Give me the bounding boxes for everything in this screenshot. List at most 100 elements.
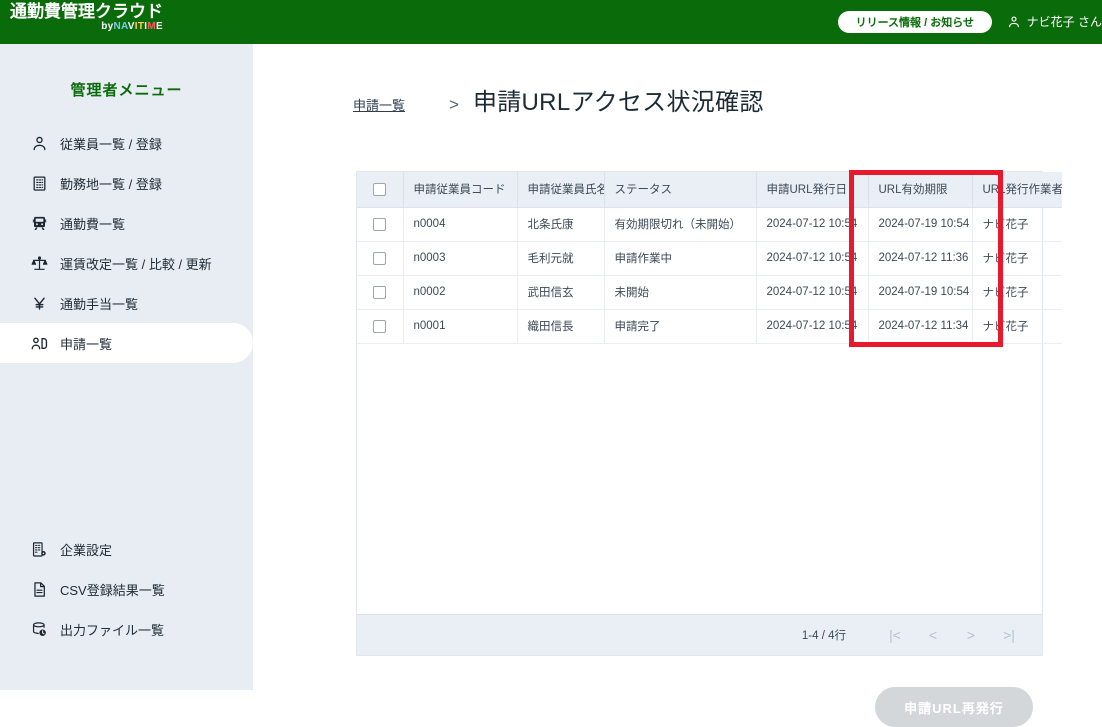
- brand-navitime-1: NA: [113, 21, 128, 32]
- breadcrumb: 申請一覧 > 申請URLアクセス状況確認: [253, 44, 1102, 117]
- cell-employee-name: 毛利元就: [517, 241, 605, 276]
- building-gear-icon: [30, 540, 48, 558]
- cell-issuer: ナビ花子: [972, 275, 1062, 310]
- table-pagination: 1-4 / 4行 |< < > >|: [357, 614, 1042, 655]
- row-checkbox[interactable]: [373, 285, 387, 299]
- release-news-button[interactable]: リリース情報 / お知らせ: [837, 11, 992, 33]
- application-list-icon: [30, 334, 48, 352]
- brand-navitime-6: E: [156, 21, 163, 32]
- row-checkbox[interactable]: [373, 251, 387, 265]
- row-checkbox[interactable]: [373, 217, 387, 231]
- pagination-prev-button[interactable]: <: [914, 627, 952, 643]
- sidebar-item-label: 運賃改定一覧 / 比較 / 更新: [60, 256, 212, 272]
- cell-employee-name: 織田信長: [517, 309, 605, 344]
- select-all-checkbox[interactable]: [373, 182, 387, 196]
- sidebar-item-fare-revision[interactable]: 運賃改定一覧 / 比較 / 更新: [0, 243, 253, 283]
- table-header-row: 申請従業員コード 申請従業員氏名 ステータス 申請URL発行日 URL有効期限 …: [357, 172, 1062, 208]
- cell-status: 申請作業中: [604, 241, 757, 276]
- sidebar-item-commute-fares[interactable]: 通勤費一覧: [0, 203, 253, 243]
- brand-navitime-2: V: [127, 21, 135, 32]
- cell-status: 未開始: [604, 275, 757, 310]
- column-header-employee-name[interactable]: 申請従業員氏名: [517, 172, 605, 208]
- building-icon: [30, 174, 48, 192]
- sidebar-item-label: 申請一覧: [60, 336, 113, 352]
- pagination-count: 1-4 / 4行: [801, 630, 846, 642]
- scale-icon: [30, 254, 48, 272]
- person-icon: [30, 134, 48, 152]
- database-clock-icon: [30, 620, 48, 638]
- column-header-employee-code[interactable]: 申請従業員コード: [403, 172, 518, 208]
- sidebar-item-csv-results[interactable]: CSV登録結果一覧: [0, 569, 253, 609]
- column-header-issuer[interactable]: URL発行作業者: [972, 172, 1062, 208]
- row-select-cell: [357, 207, 404, 242]
- cell-employee-code: n0004: [403, 207, 518, 242]
- column-header-status[interactable]: ステータス: [604, 172, 757, 208]
- brand-logo: 通勤費管理クラウド byNAVITIME: [10, 3, 163, 32]
- brand-by-text: by: [101, 21, 114, 32]
- cell-issue-date: 2024-07-12 10:54: [756, 241, 869, 276]
- cell-status: 有効期限切れ（未開始）: [604, 207, 757, 242]
- sidebar-item-worksites[interactable]: 勤務地一覧 / 登録: [0, 163, 253, 203]
- cell-issue-date: 2024-07-12 10:54: [756, 207, 869, 242]
- table-row[interactable]: n0001 織田信長 申請完了 2024-07-12 10:54 2024-07…: [357, 309, 1062, 344]
- document-icon: [30, 580, 48, 598]
- cell-employee-name: 武田信玄: [517, 275, 605, 310]
- cell-issuer: ナビ花子: [972, 207, 1062, 242]
- user-name-label: ナビ花子 さん: [1026, 15, 1102, 29]
- cell-issue-date: 2024-07-12 10:54: [756, 309, 869, 344]
- cell-employee-code: n0003: [403, 241, 518, 276]
- person-icon: [1007, 15, 1021, 29]
- cell-expiry: 2024-07-19 10:54: [868, 275, 973, 310]
- pagination-first-button[interactable]: |<: [876, 627, 914, 643]
- sidebar-item-label: 企業設定: [60, 542, 113, 558]
- table-row[interactable]: n0003 毛利元就 申請作業中 2024-07-12 10:54 2024-0…: [357, 241, 1062, 276]
- app-header: 通勤費管理クラウド byNAVITIME リリース情報 / お知らせ ナビ花子 …: [0, 0, 1102, 44]
- brand-navitime-5: M: [147, 21, 157, 32]
- pagination-last-button[interactable]: >|: [990, 627, 1028, 643]
- row-select-cell: [357, 309, 404, 344]
- user-menu[interactable]: ナビ花子 さん: [1007, 13, 1102, 30]
- sidebar-item-company-settings[interactable]: 企業設定: [0, 529, 253, 569]
- application-url-table: 申請従業員コード 申請従業員氏名 ステータス 申請URL発行日 URL有効期限 …: [356, 171, 1062, 656]
- yen-icon: [30, 294, 48, 312]
- select-all-header: [357, 172, 404, 208]
- breadcrumb-parent-link[interactable]: 申請一覧: [353, 95, 405, 114]
- sidebar-item-output-files[interactable]: 出力ファイル一覧: [0, 609, 253, 649]
- reissue-url-button[interactable]: 申請URL再発行: [875, 687, 1033, 727]
- sidebar-item-applications[interactable]: 申請一覧: [0, 323, 253, 363]
- sidebar-nav-secondary: 企業設定 CSV登録結果一覧 出力ファイル一覧: [0, 529, 253, 649]
- sidebar-item-label: 通勤費一覧: [60, 216, 126, 232]
- column-header-issue-date[interactable]: 申請URL発行日: [756, 172, 869, 208]
- row-select-cell: [357, 275, 404, 310]
- cell-status: 申請完了: [604, 309, 757, 344]
- cell-expiry: 2024-07-12 11:34: [868, 309, 973, 344]
- sidebar-item-label: 出力ファイル一覧: [60, 622, 165, 638]
- row-select-cell: [357, 241, 404, 276]
- train-icon: [30, 214, 48, 232]
- cell-expiry: 2024-07-12 11:36: [868, 241, 973, 276]
- sidebar-nav-primary: 従業員一覧 / 登録 勤務地一覧 / 登録 通勤費一覧 運賃改定一覧 / 比較 …: [0, 123, 253, 363]
- table-head: 申請従業員コード 申請従業員氏名 ステータス 申請URL発行日 URL有効期限 …: [357, 172, 1062, 208]
- column-header-expiry[interactable]: URL有効期限: [868, 172, 973, 208]
- breadcrumb-separator: >: [449, 95, 459, 114]
- cell-issue-date: 2024-07-12 10:54: [756, 275, 869, 310]
- page-title: 申請URLアクセス状況確認: [472, 89, 764, 116]
- sidebar: 管理者メニュー 従業員一覧 / 登録 勤務地一覧 / 登録 通勤費一覧 運賃改定…: [0, 44, 253, 690]
- sidebar-item-employees[interactable]: 従業員一覧 / 登録: [0, 123, 253, 163]
- row-checkbox[interactable]: [373, 319, 387, 333]
- table-row[interactable]: n0004 北条氏康 有効期限切れ（未開始） 2024-07-12 10:54 …: [357, 207, 1062, 242]
- cell-issuer: ナビ花子: [972, 309, 1062, 344]
- cell-employee-code: n0002: [403, 275, 518, 310]
- pagination-next-button[interactable]: >: [952, 627, 990, 643]
- brand-title: 通勤費管理クラウド: [10, 2, 163, 21]
- table-row[interactable]: n0002 武田信玄 未開始 2024-07-12 10:54 2024-07-…: [357, 275, 1062, 310]
- sidebar-item-label: 勤務地一覧 / 登録: [60, 176, 162, 192]
- sidebar-item-label: CSV登録結果一覧: [60, 582, 165, 598]
- sidebar-title: 管理者メニュー: [70, 82, 183, 99]
- sidebar-item-label: 従業員一覧 / 登録: [60, 136, 162, 152]
- cell-employee-code: n0001: [403, 309, 518, 344]
- data-grid: 申請従業員コード 申請従業員氏名 ステータス 申請URL発行日 URL有効期限 …: [357, 172, 1062, 344]
- sidebar-item-label: 通勤手当一覧: [60, 296, 139, 312]
- sidebar-item-allowance[interactable]: 通勤手当一覧: [0, 283, 253, 323]
- brand-subtitle: byNAVITIME: [10, 22, 163, 32]
